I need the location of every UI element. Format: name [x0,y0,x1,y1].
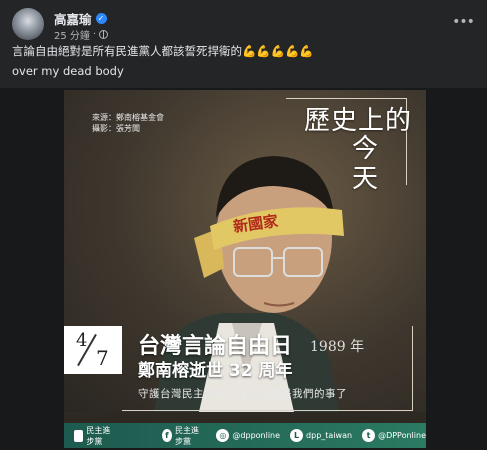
post-text-line2: over my dead body [12,64,124,78]
globe-icon [99,30,109,39]
footer-facebook-text: 民主進步黨 [175,425,200,446]
footer-line-text: dpp_taiwan [306,431,353,440]
footer-line: L dpp_taiwan [290,429,352,442]
post-meta: 25 分鐘 · [54,27,109,42]
facebook-icon: f [161,429,173,442]
history-char-2: 天 [352,164,379,194]
meta-separator: · [92,29,97,40]
author-name[interactable]: 高嘉瑜 ✓ [54,9,107,28]
footer-twitter: t @DPPonline [362,429,426,442]
footer-instagram: ◎ @dpponline [216,429,280,442]
verified-badge-icon: ✓ [95,13,107,24]
footer-facebook: f 民主進步黨 [161,425,207,447]
footer-party-text: 民主進步黨 [86,425,111,446]
history-char-1: 今 [352,134,379,164]
date-badge: 4 7 [64,326,122,374]
poster-footer: 民主進步黨 f 民主進步黨 ◎ @dpponline L dpp_taiwan … [64,423,426,448]
more-options-button[interactable]: ••• [451,10,475,34]
footer-party: 民主進步黨 [74,425,118,447]
dpp-logo-icon [74,429,84,442]
history-title: 歷史上的 [304,106,413,136]
line-icon: L [290,429,304,442]
poster-image[interactable]: 新國家 來源：鄭南榕基金會 攝影：張芳聞 歷史上的 今 天 4 7 台灣言論自由… [64,90,426,448]
footer-twitter-text: @DPPonline [378,431,426,440]
source-line2: 攝影：張芳聞 [92,124,140,133]
history-title-vertical: 今 天 [352,134,378,194]
poster-year: 1989 年 [310,339,365,355]
date-day: 7 [96,346,109,370]
post-text-line1: 言論自由絕對是所有民進黨人都該誓死捍衛的💪💪💪💪💪 [12,44,314,58]
avatar[interactable] [12,8,44,40]
author-name-text[interactable]: 高嘉瑜 [54,9,92,28]
post-media[interactable]: 新國家 來源：鄭南榕基金會 攝影：張芳聞 歷史上的 今 天 4 7 台灣言論自由… [0,88,487,450]
source-line1: 來源：鄭南榕基金會 [92,113,164,122]
footer-instagram-text: @dpponline [232,431,281,440]
instagram-icon: ◎ [216,429,230,442]
post-time[interactable]: 25 分鐘 [54,27,90,42]
poster-subtitle: 鄭南榕逝世 32 周年 [138,361,293,381]
twitter-icon: t [362,429,376,442]
photo-source: 來源：鄭南榕基金會 攝影：張芳聞 [92,112,164,134]
poster-slogan: 守護台灣民主未來 接下來就是我們的事了 [138,388,347,400]
post-header: 高嘉瑜 ✓ 25 分鐘 · ••• [12,8,475,44]
